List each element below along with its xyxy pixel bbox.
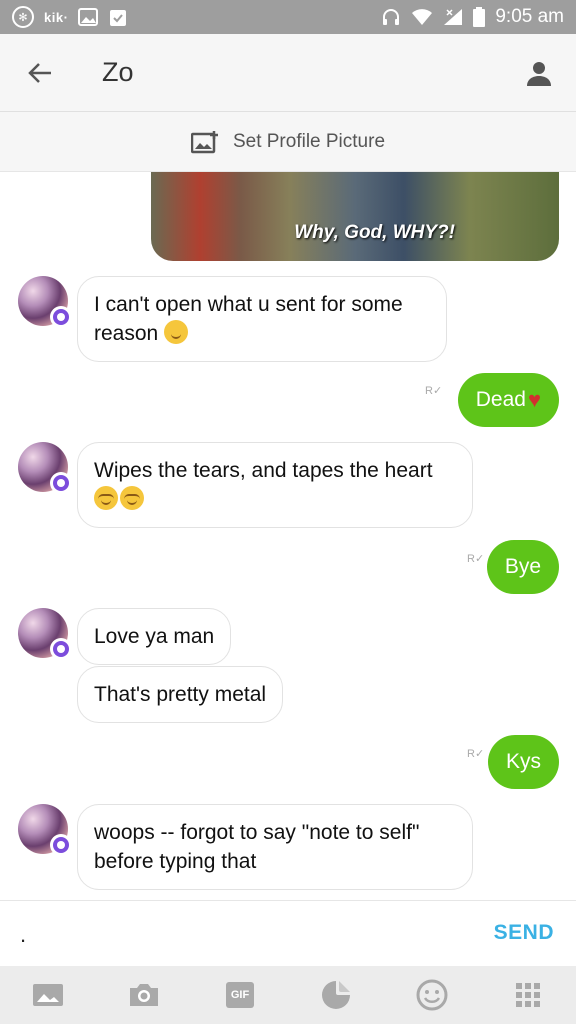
grid-icon bbox=[516, 983, 540, 1007]
message-text: woops -- forgot to say "note to self" be… bbox=[94, 821, 420, 873]
media-caption: Why, God, WHY?! bbox=[294, 222, 455, 243]
sent-media-message[interactable]: Why, God, WHY?! bbox=[151, 172, 559, 261]
composer: SEND bbox=[0, 900, 576, 966]
contact-avatar[interactable] bbox=[18, 442, 72, 494]
message-text: Love ya man bbox=[94, 625, 215, 648]
contact-avatar[interactable] bbox=[18, 276, 72, 328]
read-receipt-icon: R✓ bbox=[425, 385, 443, 397]
arrow-back-icon bbox=[28, 62, 51, 83]
status-bar: ✻ kik· 9:05 am bbox=[0, 0, 576, 34]
kik-app-label: kik· bbox=[44, 9, 69, 25]
message-text: Kys bbox=[505, 750, 541, 773]
wifi-icon bbox=[412, 9, 433, 25]
gif-button[interactable]: GIF bbox=[215, 970, 265, 1020]
contact-avatar[interactable] bbox=[18, 608, 72, 660]
message-text: Wipes the tears, and tapes the heart bbox=[94, 459, 433, 482]
smiling-face-emoji bbox=[120, 486, 144, 510]
message-list[interactable]: Why, God, WHY?! I can't open what u sent… bbox=[0, 172, 576, 900]
contact-profile-button[interactable] bbox=[524, 58, 554, 88]
incoming-message[interactable]: Love ya man bbox=[77, 608, 232, 665]
confused-face-emoji bbox=[164, 320, 189, 344]
outgoing-message[interactable]: Dead ♥ bbox=[457, 373, 559, 427]
outgoing-message[interactable]: Kys bbox=[487, 735, 559, 789]
gallery-icon bbox=[33, 984, 63, 1006]
gif-icon: GIF bbox=[226, 982, 254, 1008]
broken-heart-emoji: ♥ bbox=[527, 387, 541, 412]
media-toolbar: GIF bbox=[0, 966, 576, 1024]
send-button[interactable]: SEND bbox=[494, 921, 554, 945]
incoming-message[interactable]: woops -- forgot to say "note to self" be… bbox=[77, 804, 473, 890]
read-receipt-icon: R✓ bbox=[467, 553, 485, 565]
clock: 9:05 am bbox=[495, 6, 564, 27]
emoji-button[interactable] bbox=[407, 970, 457, 1020]
smiley-icon bbox=[416, 979, 448, 1011]
add-photo-icon bbox=[190, 130, 218, 153]
read-receipt-icon: R✓ bbox=[467, 748, 485, 760]
chat-header: Zo bbox=[0, 34, 576, 112]
signal-icon bbox=[444, 9, 463, 25]
battery-icon bbox=[473, 7, 486, 27]
contact-name[interactable]: Zo bbox=[102, 57, 134, 88]
incoming-message[interactable]: I can't open what u sent for some reason bbox=[77, 276, 447, 362]
chat-screen: ✻ kik· 9:05 am Zo Set Profile Picture Wh… bbox=[0, 0, 576, 1024]
set-profile-picture-label: Set Profile Picture bbox=[232, 130, 386, 152]
incoming-message[interactable]: Wipes the tears, and tapes the heart bbox=[77, 442, 473, 528]
apps-button[interactable] bbox=[503, 970, 553, 1020]
sticker-icon bbox=[322, 981, 350, 1009]
outgoing-message[interactable]: Bye bbox=[486, 540, 559, 594]
message-text: Dead bbox=[475, 388, 526, 411]
back-button[interactable] bbox=[0, 34, 80, 112]
message-text: Bye bbox=[504, 555, 541, 578]
clipboard-check-icon bbox=[110, 10, 127, 26]
incoming-message[interactable]: That's pretty metal bbox=[77, 666, 284, 723]
camera-icon bbox=[130, 984, 158, 1006]
kik-notification-icon: ✻ bbox=[12, 6, 34, 28]
smiling-face-emoji bbox=[94, 486, 118, 510]
gif-label: GIF bbox=[230, 989, 250, 1001]
camera-button[interactable] bbox=[119, 970, 169, 1020]
message-text: I can't open what u sent for some reason bbox=[94, 293, 403, 345]
image-notification-icon bbox=[78, 8, 99, 26]
message-text: That's pretty metal bbox=[94, 683, 267, 706]
contact-avatar[interactable] bbox=[18, 804, 72, 856]
headphones-icon bbox=[383, 9, 400, 25]
sticker-button[interactable] bbox=[311, 970, 361, 1020]
person-icon bbox=[527, 62, 551, 86]
message-input[interactable] bbox=[20, 919, 460, 951]
gallery-button[interactable] bbox=[23, 970, 73, 1020]
set-profile-picture-bar[interactable]: Set Profile Picture bbox=[0, 112, 576, 172]
